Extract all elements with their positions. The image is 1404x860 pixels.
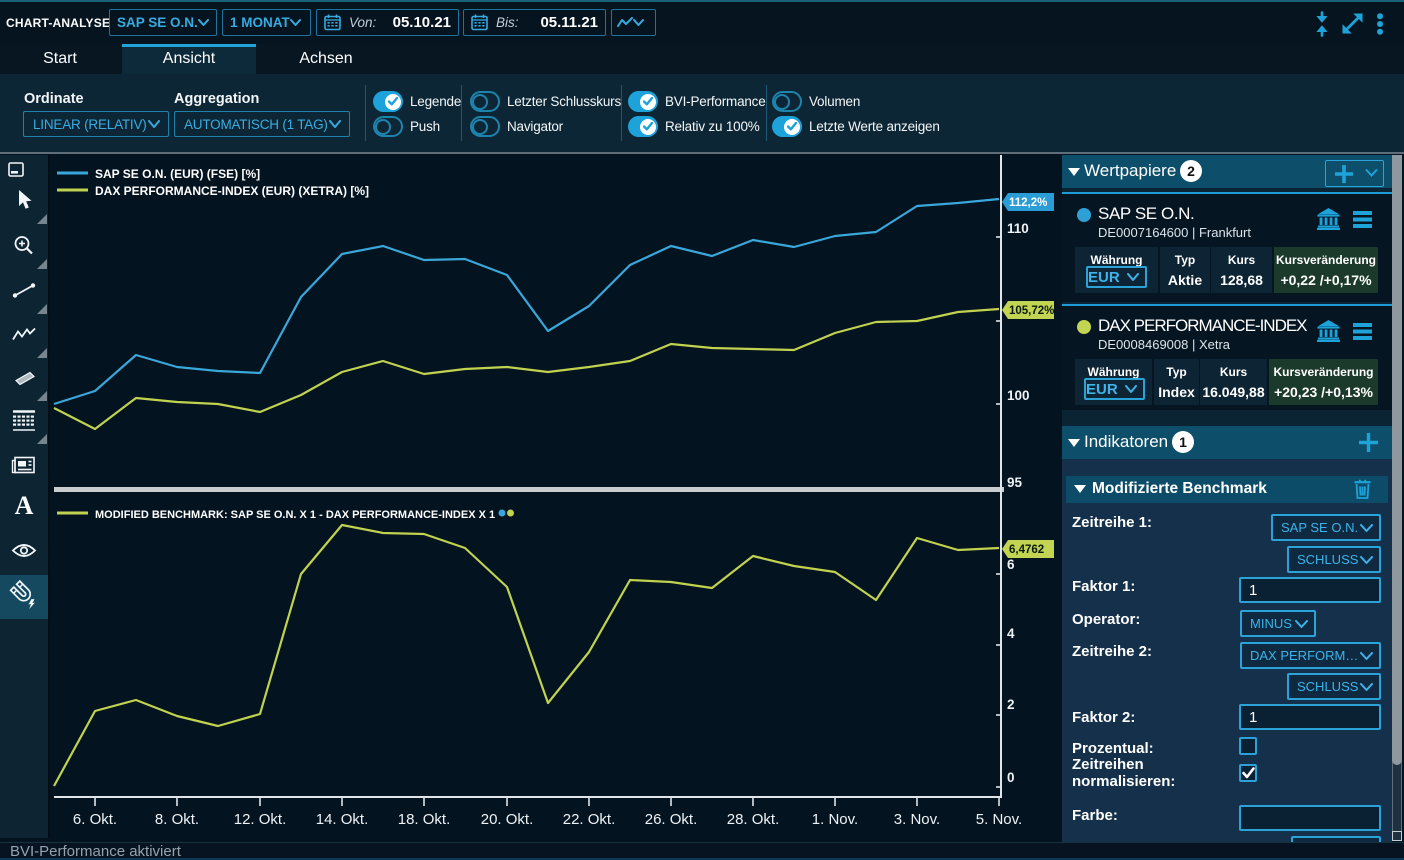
svg-text:18. Okt.: 18. Okt. [398,811,451,828]
svg-text:DAX PERFORMANCE-INDEX (EUR) (X: DAX PERFORMANCE-INDEX (EUR) (XETRA) [%] [95,184,369,198]
svg-text:2: 2 [1007,697,1015,712]
svg-text:110: 110 [1007,221,1029,236]
svg-text:8. Okt.: 8. Okt. [155,811,199,828]
svg-text:5. Nov.: 5. Nov. [976,811,1022,828]
svg-text:6,4762: 6,4762 [1009,544,1044,556]
svg-text:0: 0 [1007,770,1015,785]
svg-text:1. Nov.: 1. Nov. [812,811,858,828]
svg-text:6. Okt.: 6. Okt. [73,811,117,828]
svg-text:6: 6 [1007,557,1015,572]
svg-text:4: 4 [1007,626,1015,641]
svg-text:28. Okt.: 28. Okt. [727,811,780,828]
svg-text:12. Okt.: 12. Okt. [234,811,287,828]
svg-text:22. Okt.: 22. Okt. [563,811,616,828]
svg-text:20. Okt.: 20. Okt. [481,811,534,828]
svg-text:14. Okt.: 14. Okt. [316,811,369,828]
svg-text:95: 95 [1007,475,1023,490]
svg-text:112,2%: 112,2% [1009,197,1047,209]
svg-text:105,72%: 105,72% [1009,305,1054,317]
svg-text:SAP SE O.N. (EUR) (FSE) [%]: SAP SE O.N. (EUR) (FSE) [%] [95,167,260,181]
svg-text:100: 100 [1007,388,1030,403]
svg-text:3. Nov.: 3. Nov. [894,811,940,828]
svg-text:MODIFIED BENCHMARK: SAP SE O.N: MODIFIED BENCHMARK: SAP SE O.N. X 1 - DA… [95,509,495,521]
svg-text:26. Okt.: 26. Okt. [645,811,698,828]
